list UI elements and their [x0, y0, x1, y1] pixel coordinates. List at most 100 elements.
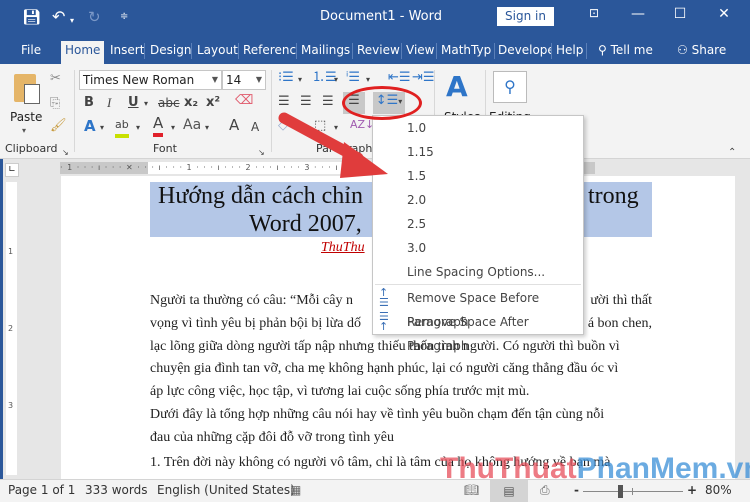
doc-paragraph-line[interactable]: đau của những cặp đôi đỗ vỡ trong tình y…: [150, 427, 652, 450]
read-mode-icon[interactable]: 📖︎: [464, 483, 479, 497]
zoom-slider-thumb[interactable]: [618, 485, 623, 498]
font-color-icon[interactable]: A: [153, 114, 164, 137]
save-icon[interactable]: 💾︎: [22, 8, 41, 26]
tab-references[interactable]: Reference: [240, 41, 296, 64]
underline-button[interactable]: U: [128, 94, 139, 112]
tab-separator: [191, 43, 192, 59]
strikethrough-button[interactable]: abc: [158, 94, 180, 112]
shrink-font-button[interactable]: A: [251, 118, 259, 136]
grow-font-button[interactable]: A: [229, 116, 239, 134]
line-spacing-option[interactable]: 2.5: [373, 212, 583, 236]
doc-paragraph-line[interactable]: chuyện gia đình tan vỡ, cha mẹ không hạn…: [150, 358, 652, 381]
vertical-ruler[interactable]: 1 2 3: [6, 182, 17, 475]
line-text: Người ta thường có câu: “Mỗi cây n: [150, 293, 353, 308]
maximize-icon[interactable]: ☐: [668, 6, 692, 22]
cut-icon[interactable]: ✂: [50, 70, 61, 88]
line-spacing-option[interactable]: 3.0: [373, 236, 583, 260]
remove-space-before-item[interactable]: ↑ ☰ Remove Space Before Paragraph: [373, 286, 583, 329]
share-label: Share: [691, 43, 727, 57]
ribbon-display-icon[interactable]: ⊡: [582, 6, 606, 20]
highlight-color-icon[interactable]: ab: [115, 116, 129, 138]
format-painter-icon[interactable]: 🖌︎: [50, 117, 67, 135]
subscript-button[interactable]: x₂: [184, 94, 198, 112]
numbering-icon[interactable]: ⒈☰: [312, 69, 337, 87]
tab-home[interactable]: Home: [61, 41, 105, 64]
doc-paragraph-line[interactable]: lạc lõng giữa dòng người tấp nập nhưng t…: [150, 336, 652, 359]
space-before-icon: ↑ ☰: [379, 286, 389, 309]
doc-title-line2[interactable]: Word 2007,: [249, 209, 362, 239]
close-icon[interactable]: ✕: [712, 6, 736, 22]
font-size-combo[interactable]: 14 ▼: [222, 70, 266, 90]
arrow-head: [340, 142, 388, 178]
remove-space-after-item[interactable]: ☰ ↑ Remove Space After Paragraph: [373, 310, 583, 353]
decrease-indent-icon[interactable]: ⇤☰: [388, 69, 411, 87]
font-group-label: Font: [153, 142, 177, 155]
line-spacing-option[interactable]: 2.0: [373, 188, 583, 212]
zoom-level[interactable]: 80%: [705, 483, 732, 497]
web-layout-icon[interactable]: ⎙: [540, 483, 550, 498]
word-count[interactable]: 333 words: [85, 483, 147, 497]
superscript-button[interactable]: x²: [206, 94, 220, 112]
font-name-combo[interactable]: Times New Roman ▼: [79, 70, 222, 90]
status-bar: Page 1 of 1 333 words English (United St…: [0, 479, 750, 502]
line-text: đau của những cặp đôi đỗ vỡ trong tình y…: [150, 430, 394, 445]
language-indicator[interactable]: English (United States): [157, 483, 295, 497]
tab-mathtype[interactable]: MathTyp: [438, 41, 492, 64]
minimize-icon[interactable]: —: [626, 6, 650, 22]
clear-formatting-icon[interactable]: ⌫: [235, 92, 253, 110]
tab-selector-icon[interactable]: ∟: [5, 163, 19, 177]
page-count[interactable]: Page 1 of 1: [8, 483, 75, 497]
line-text: Dưới đây là tổng hợp những câu nói hay v…: [150, 407, 605, 422]
tab-file[interactable]: File: [18, 41, 44, 64]
doc-paragraph-line[interactable]: Dưới đây là tổng hợp những câu nói hay v…: [150, 404, 652, 427]
tab-developer[interactable]: Develope: [495, 41, 551, 64]
paste-button[interactable]: Paste ▾: [8, 70, 46, 135]
window-title: Document1 - Word: [320, 9, 442, 24]
multilevel-list-icon[interactable]: ⁱ☰: [346, 69, 360, 87]
line-text: áp lực công việc, học tập, vì tương lai …: [150, 384, 530, 399]
line-spacing-options-item[interactable]: Line Spacing Options...: [373, 260, 583, 284]
highlight-dropdown-icon[interactable]: ▾: [136, 119, 140, 137]
macro-recording-icon[interactable]: ▦: [290, 483, 301, 497]
underline-dropdown-icon[interactable]: ▾: [144, 95, 148, 113]
undo-icon[interactable]: ↶: [52, 8, 65, 26]
italic-button[interactable]: I: [107, 94, 111, 112]
tab-layout[interactable]: Layout: [194, 41, 241, 64]
tab-insert[interactable]: Insert: [107, 41, 147, 64]
numbering-dropdown-icon[interactable]: ▾: [334, 71, 338, 89]
line-text-end: á bon chen,: [587, 316, 652, 331]
print-layout-icon[interactable]: ▤: [490, 480, 528, 502]
tab-mailings[interactable]: Mailings: [298, 41, 353, 64]
redo-icon[interactable]: ↻: [88, 8, 101, 26]
zoom-slider[interactable]: [583, 485, 683, 498]
tab-design[interactable]: Design: [147, 41, 194, 64]
zoom-out-button[interactable]: -: [574, 483, 579, 497]
increase-indent-icon[interactable]: ⇥☰: [412, 69, 435, 87]
tab-separator: [238, 43, 239, 59]
zoom-in-button[interactable]: +: [687, 483, 697, 497]
tab-view[interactable]: View: [403, 41, 437, 64]
tab-help[interactable]: Help: [553, 41, 586, 64]
tab-review[interactable]: Review: [354, 41, 403, 64]
change-case-button[interactable]: Aa: [183, 116, 201, 134]
tell-me-button[interactable]: ⚲ Tell me: [595, 41, 656, 64]
doc-paragraph-line[interactable]: áp lực công việc, học tập, vì tương lai …: [150, 381, 652, 404]
undo-dropdown-icon[interactable]: ▾: [70, 12, 74, 30]
person-icon: ⚇: [677, 43, 688, 57]
text-effects-icon[interactable]: A: [84, 117, 96, 135]
bold-button[interactable]: B: [84, 94, 94, 112]
sign-in-button[interactable]: Sign in: [497, 7, 554, 26]
bullets-icon[interactable]: ⁝☰: [278, 69, 294, 87]
change-case-dropdown-icon[interactable]: ▾: [205, 119, 209, 137]
share-button[interactable]: ⚇ Share: [674, 41, 729, 64]
space-after-icon: ☰ ↑: [379, 310, 389, 333]
text-effects-dropdown-icon[interactable]: ▾: [100, 119, 104, 137]
customize-qat-icon[interactable]: ≑: [120, 8, 128, 26]
bullets-dropdown-icon[interactable]: ▾: [298, 71, 302, 89]
doc-author[interactable]: ThuThu: [321, 240, 365, 256]
line-text: chuyện gia đình tan vỡ, cha mẹ không hạn…: [150, 361, 619, 376]
doc-title-line1-end[interactable]: trong: [588, 181, 639, 211]
font-color-dropdown-icon[interactable]: ▾: [171, 119, 175, 137]
copy-icon[interactable]: ⎘: [50, 95, 60, 113]
tab-separator: [352, 43, 353, 59]
